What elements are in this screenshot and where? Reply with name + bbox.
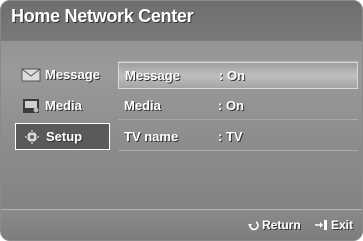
exit-label: Exit — [331, 218, 354, 232]
return-button[interactable]: Return — [247, 218, 301, 232]
sidebar-item-label: Media — [45, 98, 82, 113]
media-icon — [21, 98, 41, 114]
window-title: Home Network Center — [11, 6, 194, 26]
sidebar-item-setup[interactable]: Setup — [15, 123, 110, 150]
home-network-center-window: Home Network Center Message Media Setup … — [0, 0, 363, 241]
setting-label: Media — [124, 98, 161, 113]
title-bar: Home Network Center — [1, 1, 362, 41]
envelope-icon — [21, 67, 41, 83]
sidebar-item-label: Message — [45, 67, 100, 82]
setting-label: Message — [125, 68, 180, 83]
sidebar-item-media[interactable]: Media — [15, 92, 110, 119]
sidebar-item-label: Setup — [46, 129, 83, 144]
setting-row-tv-name[interactable]: TV name : TV — [118, 123, 358, 151]
return-arrow-icon — [248, 221, 259, 231]
setting-value: : On — [218, 98, 244, 113]
gear-icon — [22, 128, 42, 145]
return-label: Return — [262, 218, 301, 232]
exit-button[interactable]: Exit — [314, 218, 353, 232]
setting-label: TV name — [124, 129, 179, 144]
setting-row-media[interactable]: Media : On — [118, 92, 358, 120]
setting-row-message[interactable]: Message : On — [118, 62, 358, 89]
sidebar: Message Media Setup — [15, 61, 110, 154]
footer-bar: Return Exit — [1, 209, 362, 240]
exit-icon — [315, 220, 327, 230]
settings-list: Message : On Media : On TV name : TV — [118, 61, 358, 210]
setting-value: : TV — [218, 129, 243, 144]
setting-value: : On — [219, 68, 245, 83]
sidebar-item-message[interactable]: Message — [15, 61, 110, 88]
